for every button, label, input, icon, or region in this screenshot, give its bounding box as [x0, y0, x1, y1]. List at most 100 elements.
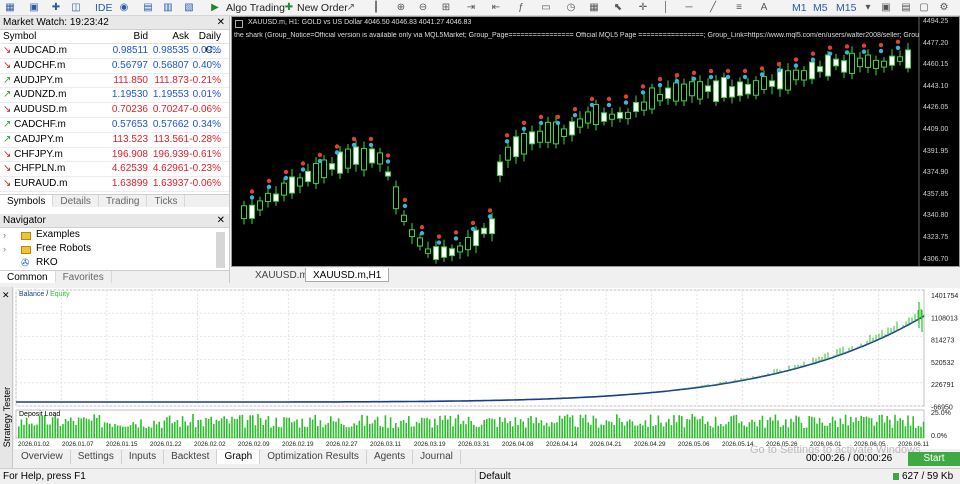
deposit-load-bar — [616, 414, 618, 438]
templates2-icon[interactable]: ▦ — [588, 2, 600, 13]
zoom-out-icon[interactable]: ⊖ — [417, 2, 429, 13]
new-order-icon[interactable]: ✚ — [283, 2, 295, 13]
navigator-icon[interactable]: ▥ — [162, 2, 174, 13]
table-row[interactable]: ↘ AUDUSD.m 0.70236 0.70247 -0.06% — [0, 103, 229, 118]
tab-graph[interactable]: Graph — [217, 450, 261, 464]
col-symbol[interactable]: Symbol — [0, 30, 100, 43]
sell-marker — [419, 225, 425, 230]
market-watch-header: Market Watch: 19:23:42 ✕ — [0, 16, 229, 30]
deposit-load-bar — [330, 416, 332, 438]
text-icon[interactable]: A — [758, 2, 770, 13]
compile-icon[interactable]: ◉ — [118, 2, 130, 13]
col-bid[interactable]: Bid — [100, 30, 148, 43]
navigator-item-examples[interactable]: › Examples — [0, 228, 229, 242]
horizontal-line-icon[interactable]: ─ — [683, 2, 695, 13]
channel-icon[interactable]: ≡ — [733, 2, 745, 13]
settings-icon[interactable]: ⚙ — [938, 2, 950, 13]
navigator-item-rko[interactable]: ✇ RKO — [0, 256, 229, 270]
timeframe-m5[interactable]: M5 — [813, 0, 828, 15]
table-row[interactable]: ↘ CHFJPY.m 196.908 196.939 -0.61% — [0, 148, 229, 163]
close-icon[interactable]: ✕ — [217, 16, 225, 30]
screenshot-icon[interactable]: ▣ — [880, 2, 892, 13]
tab-settings[interactable]: Settings — [71, 450, 122, 464]
navigator-scrollbar[interactable] — [216, 231, 225, 268]
candle-body — [561, 128, 567, 137]
autoscroll-icon[interactable]: ⇥ — [465, 2, 477, 13]
chart-menu-icon[interactable] — [235, 20, 243, 28]
tab-inputs[interactable]: Inputs — [122, 450, 165, 464]
more-icon[interactable]: ▾ — [862, 2, 874, 13]
vertical-line-icon[interactable]: │ — [660, 2, 672, 13]
tab-overview[interactable]: Overview — [14, 450, 71, 464]
bars-icon[interactable]: ┃ — [370, 2, 382, 13]
deposit-load-bar — [756, 426, 758, 438]
expand-icon[interactable]: › — [3, 242, 6, 256]
deposit-load-bar — [441, 420, 444, 438]
tab-trading[interactable]: Trading — [99, 194, 148, 207]
market-watch-icon[interactable]: ✚ — [50, 2, 62, 13]
strategy-tester-icon[interactable]: ▤ — [142, 2, 154, 13]
crosshair-icon[interactable]: ✛ — [637, 2, 649, 13]
chart-icon[interactable]: ↗ — [345, 2, 357, 13]
tab-journal[interactable]: Journal — [413, 450, 461, 464]
deposit-load-bar — [727, 421, 730, 438]
timeframe-m1[interactable]: M1 — [792, 0, 807, 15]
ide-button[interactable]: IDE — [95, 0, 113, 15]
close-icon[interactable]: ✕ — [2, 290, 10, 301]
templates-icon[interactable]: ◫ — [70, 2, 82, 13]
table-row[interactable]: ↗ AUDNZD.m 1.19530 1.19553 0.01% — [0, 88, 229, 104]
grid-icon[interactable]: ⊞ — [440, 2, 452, 13]
profiles-icon[interactable]: ▣ — [28, 2, 40, 13]
deposit-load-bar — [140, 419, 142, 438]
window-icon[interactable]: ▢ — [918, 2, 930, 13]
deposit-load-bar — [873, 425, 875, 438]
timeframe-m15[interactable]: M15 — [836, 0, 856, 15]
col-ask[interactable]: Ask — [148, 30, 189, 43]
candle-body — [473, 229, 479, 247]
tab-favorites[interactable]: Favorites — [56, 271, 112, 283]
chart-tab-2[interactable]: XAUUSD.m,H1 — [305, 268, 390, 282]
new-order-button[interactable]: New Order — [297, 0, 348, 15]
objects-icon[interactable]: ▭ — [540, 2, 552, 13]
tab-common[interactable]: Common — [0, 271, 56, 283]
table-row[interactable]: ↘ CHFPLN.m 4.62539 4.62961 -0.23% — [0, 162, 229, 178]
algo-trading-button[interactable]: Algo Trading — [226, 0, 285, 15]
table-row[interactable]: ↗ CADCHF.m 0.57653 0.57662 0.34% — [0, 118, 229, 133]
chart-shift-icon[interactable]: ⇤ — [490, 2, 502, 13]
trendline-icon[interactable]: ╱ — [707, 2, 719, 13]
col-daily-change[interactable]: Daily C... — [189, 30, 223, 56]
table-row[interactable]: ↗ AUDJPY.m 111.850 111.873 -0.21% — [0, 74, 229, 89]
history-icon[interactable]: ▧ — [183, 2, 195, 13]
deposit-load-bar — [345, 427, 348, 438]
tab-backtest[interactable]: Backtest — [164, 450, 218, 464]
tab-agents[interactable]: Agents — [367, 450, 414, 464]
periods-icon[interactable]: ◷ — [565, 2, 577, 13]
sell-marker — [674, 72, 680, 78]
table-row[interactable]: ↗ CADJPY.m 113.523 113.561 -0.28% — [0, 133, 229, 148]
expand-icon[interactable]: › — [3, 228, 6, 242]
tile-icon[interactable]: ▤ — [900, 2, 912, 13]
table-row[interactable]: ↘ AUDCAD.m 0.98511 0.98535 0.09% — [0, 44, 229, 59]
tab-optimization-results[interactable]: Optimization Results — [260, 450, 367, 464]
indicators-icon[interactable]: ƒ — [515, 2, 527, 13]
new-chart-icon[interactable]: ▦ — [4, 2, 16, 13]
tab-details[interactable]: Details — [53, 194, 99, 207]
tab-symbols[interactable]: Symbols — [0, 194, 54, 207]
deposit-load-bar — [361, 414, 363, 438]
main-toolbar: ▦ ▣ ✚ ◫ IDE ◉ ▤ ▥ ▧ ▶ Algo Trading ✚ New… — [0, 0, 960, 16]
price-label: 4306.70 — [923, 255, 949, 263]
zoom-in-icon[interactable]: ⊕ — [395, 2, 407, 13]
price-chart-canvas[interactable] — [232, 17, 959, 266]
start-button[interactable]: Start — [908, 452, 960, 466]
price-label: 4323.75 — [923, 234, 949, 241]
tab-ticks[interactable]: Ticks — [147, 194, 186, 207]
cursor-icon[interactable]: ⬉ — [612, 2, 624, 13]
table-row[interactable]: ↘ AUDCHF.m 0.56797 0.56807 0.40% — [0, 59, 229, 74]
play-icon[interactable]: ▶ — [209, 2, 221, 13]
price-chart[interactable]: XAUUSD.m, H1: GOLD vs US Dollar 4046.50 … — [231, 16, 960, 267]
close-icon[interactable]: ✕ — [217, 214, 225, 228]
navigator-item-free-robots[interactable]: › Free Robots — [0, 242, 229, 256]
table-row[interactable]: ↘ EURAUD.m 1.63899 1.63937 -0.06% — [0, 177, 229, 192]
candle-body — [545, 121, 551, 143]
deposit-load-bar — [764, 427, 766, 438]
